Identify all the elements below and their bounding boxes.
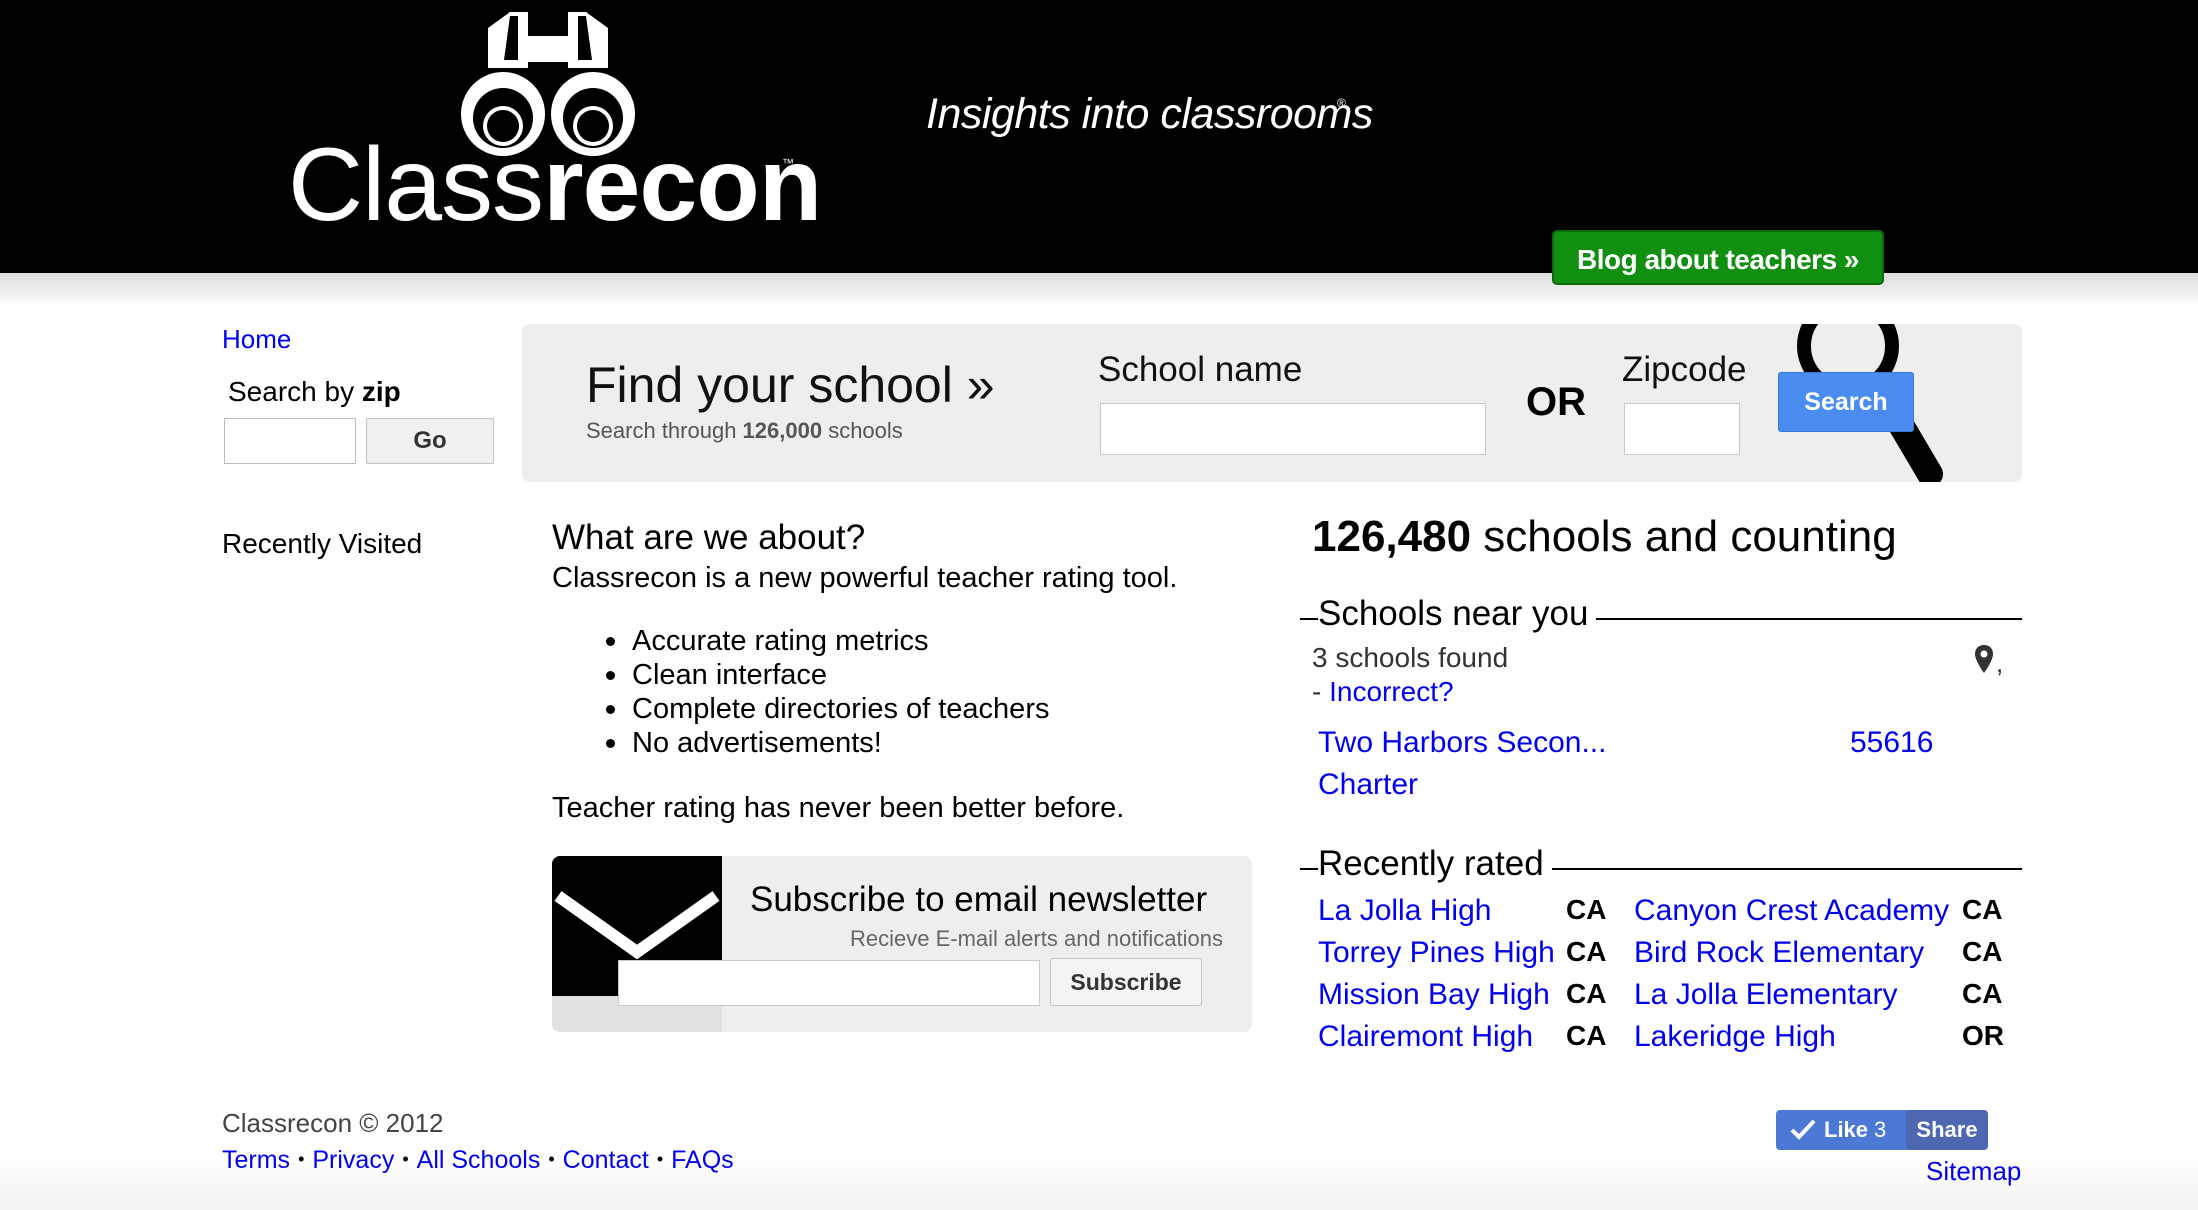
rated-school-state: CA xyxy=(1962,894,2003,925)
all-schools-link[interactable]: All Schools xyxy=(417,1146,541,1174)
privacy-link[interactable]: Privacy xyxy=(312,1146,394,1174)
find-school-title: Find your school » xyxy=(586,357,995,413)
rated-row: La Jolla High CA Canyon Crest Academy CA xyxy=(1318,894,2008,936)
rated-school-link[interactable]: Lakeridge High xyxy=(1634,1020,1836,1054)
schools-count-suffix: schools and counting xyxy=(1471,512,1897,561)
rated-school-state: CA xyxy=(1566,936,1607,967)
feature-item: Accurate rating metrics xyxy=(605,624,1049,658)
feature-item: Clean interface xyxy=(605,658,1049,692)
newsletter-subtitle: Recieve E-mail alerts and notifications xyxy=(850,926,1223,951)
recently-visited-heading: Recently Visited xyxy=(222,528,423,559)
go-button[interactable]: Go xyxy=(366,418,494,464)
feature-item: No advertisements! xyxy=(605,726,1049,760)
blog-about-teachers-button[interactable]: Blog about teachers » xyxy=(1552,230,1884,285)
terms-link[interactable]: Terms xyxy=(222,1146,290,1174)
footer-separator: • xyxy=(298,1149,305,1169)
logo-wordmark-bold: recon xyxy=(543,127,822,243)
like-count: 3 xyxy=(1874,1117,1887,1142)
footer-links: Terms • Privacy • All Schools • Contact • FAQs xyxy=(222,1146,734,1175)
rated-row: Clairemont High CA Lakeridge High OR xyxy=(1318,1020,2008,1062)
rated-school-state: CA xyxy=(1962,978,2003,1009)
location-comma: , xyxy=(1996,648,2004,678)
search-by-zip-label: Search by zip xyxy=(228,376,401,408)
sitemap-link[interactable]: Sitemap xyxy=(1926,1156,2021,1187)
logo-wordmark-light: Class xyxy=(288,127,544,243)
rated-school-state: CA xyxy=(1566,1020,1607,1051)
search-by-text: Search by xyxy=(228,376,362,407)
home-link[interactable]: Home xyxy=(222,324,291,355)
find-sub-count: 126,000 xyxy=(742,418,823,443)
search-button[interactable]: Search xyxy=(1778,372,1914,432)
contact-link[interactable]: Contact xyxy=(563,1146,649,1174)
feature-list: Accurate rating metrics Clean interface … xyxy=(605,624,1050,760)
copyright-text: Classrecon © 2012 xyxy=(222,1108,444,1138)
rated-school-state: CA xyxy=(1566,978,1607,1009)
schools-found-count: 3 schools found xyxy=(1312,642,1509,673)
registered-mark: ® xyxy=(1337,96,1346,110)
facebook-share-button[interactable]: Share xyxy=(1906,1110,1988,1150)
school-name-input[interactable] xyxy=(1100,403,1486,455)
rated-row: Mission Bay High CA La Jolla Elementary … xyxy=(1318,978,2008,1020)
about-description: Classrecon is a new powerful teacher rat… xyxy=(552,562,1178,594)
find-sub-suffix: schools xyxy=(822,418,903,443)
rated-school-state: CA xyxy=(1962,936,2003,967)
schools-near-you-heading: Schools near you xyxy=(1318,594,1597,634)
rated-school-state: OR xyxy=(1962,1020,2004,1051)
sidebar-zip-input[interactable] xyxy=(224,418,356,464)
newsletter-box: Subscribe to email newsletter Recieve E-… xyxy=(552,856,1252,1032)
find-school-subtitle: Search through 126,000 schools xyxy=(586,418,903,444)
schools-counter: 126,480 schools and counting xyxy=(1312,512,1897,562)
schools-near-you-header: Schools near you xyxy=(1300,594,2022,638)
footer-separator: • xyxy=(656,1149,664,1169)
rated-school-state: CA xyxy=(1566,894,1607,925)
newsletter-email-input[interactable] xyxy=(618,960,1040,1006)
subscribe-button[interactable]: Subscribe xyxy=(1050,958,1202,1006)
faqs-link[interactable]: FAQs xyxy=(671,1146,734,1174)
feature-item: Complete directories of teachers xyxy=(605,693,1050,725)
or-separator: OR xyxy=(1526,380,1586,424)
nearby-school-link[interactable]: Two Harbors Secon... xyxy=(1318,726,1606,760)
rated-row: Torrey Pines High CA Bird Rock Elementar… xyxy=(1318,936,2008,978)
find-sub-prefix: Search through xyxy=(586,418,743,443)
rated-school-link[interactable]: La Jolla Elementary xyxy=(1634,978,1897,1012)
logo-wordmark: Classrecon xyxy=(288,127,822,243)
checkmark-icon xyxy=(1790,1119,1816,1140)
incorrect-location-link[interactable]: Incorrect? xyxy=(1329,676,1454,707)
footer-separator: • xyxy=(548,1149,555,1169)
zipcode-label: Zipcode xyxy=(1622,350,1747,389)
search-by-zip-bold: zip xyxy=(361,376,401,407)
site-tagline: Insights into classrooms xyxy=(926,90,1373,138)
schools-count: 126,480 xyxy=(1312,512,1472,561)
classrecon-logo[interactable]: Classrecon ™ xyxy=(288,8,822,240)
location-pin-icon[interactable] xyxy=(1972,644,1996,674)
incorrect-location: - Incorrect? xyxy=(1312,676,1454,708)
about-heading: What are we about? xyxy=(552,518,866,557)
divider xyxy=(1300,618,1310,620)
recently-rated-heading: Recently rated xyxy=(1318,844,1552,884)
trademark-mark: ™ xyxy=(782,156,794,170)
recently-rated-list: La Jolla High CA Canyon Crest Academy CA… xyxy=(1318,894,2008,1062)
rated-school-link[interactable]: La Jolla High xyxy=(1318,894,1491,928)
recently-rated-header: Recently rated xyxy=(1300,844,2022,888)
find-school-panel: Find your school » Search through 126,00… xyxy=(522,324,2022,482)
nearby-school-type-link[interactable]: Charter xyxy=(1318,768,1418,802)
nearby-school-zip-link[interactable]: 55616 xyxy=(1850,726,1933,760)
rated-school-link[interactable]: Torrey Pines High xyxy=(1318,936,1555,970)
footer-separator: • xyxy=(402,1149,409,1169)
about-footer-text: Teacher rating has never been better bef… xyxy=(552,792,1125,824)
rated-school-link[interactable]: Clairemont High xyxy=(1318,1020,1533,1054)
rated-school-link[interactable]: Bird Rock Elementary xyxy=(1634,936,1924,970)
rated-school-link[interactable]: Canyon Crest Academy xyxy=(1634,894,1949,928)
newsletter-title: Subscribe to email newsletter xyxy=(750,880,1208,919)
divider xyxy=(1300,868,1310,870)
zipcode-input[interactable] xyxy=(1624,403,1740,455)
incorrect-prefix: - xyxy=(1312,676,1330,707)
like-label: Like xyxy=(1824,1117,1869,1142)
school-name-label: School name xyxy=(1098,350,1303,389)
rated-school-link[interactable]: Mission Bay High xyxy=(1318,978,1550,1012)
